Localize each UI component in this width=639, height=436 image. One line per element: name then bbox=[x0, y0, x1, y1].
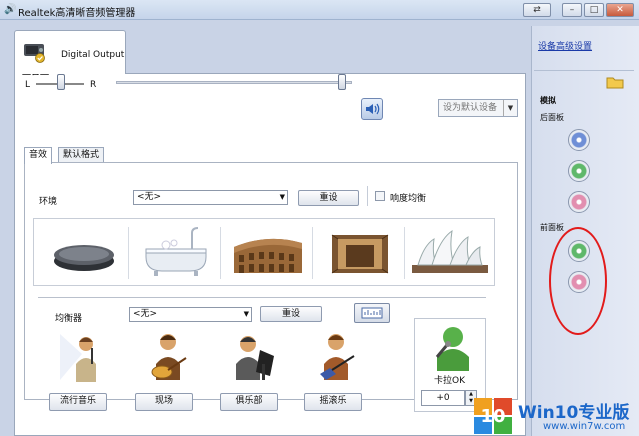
folder-icon[interactable] bbox=[606, 75, 624, 89]
preset-live-label: 现场 bbox=[154, 396, 173, 406]
preset-rock-label: 摇滚乐 bbox=[319, 396, 347, 406]
environment-reset-label: 重设 bbox=[319, 193, 338, 203]
stone-disc-icon[interactable] bbox=[40, 221, 128, 283]
club-performer-icon bbox=[236, 336, 274, 380]
back-jack-blue[interactable] bbox=[568, 129, 590, 151]
analog-label: 模拟 bbox=[540, 96, 556, 105]
pop-singer-icon bbox=[60, 334, 96, 382]
annotation-circle bbox=[549, 227, 607, 335]
balance-left-label: L bbox=[25, 80, 31, 90]
equalizer-reset-label: 重设 bbox=[281, 309, 300, 319]
graphic-equalizer-button[interactable] bbox=[354, 303, 390, 323]
rock-guitarist-icon bbox=[320, 334, 355, 380]
loudness-label: 响度均衡 bbox=[390, 194, 427, 204]
colosseum-icon[interactable] bbox=[224, 221, 312, 283]
balance-slider-thumb[interactable] bbox=[57, 74, 65, 90]
close-button[interactable]: ✕ bbox=[606, 3, 634, 17]
back-jack-green[interactable] bbox=[568, 160, 590, 182]
environment-select[interactable]: <无> ▼ bbox=[133, 190, 288, 205]
mute-button[interactable] bbox=[361, 98, 383, 120]
balance-right-label: R bbox=[90, 80, 97, 90]
tab-effects[interactable]: 音效 bbox=[24, 147, 53, 164]
win10-logo-text: 10 bbox=[480, 406, 505, 427]
title-bar: 🔊 Realtek高清晰音频管理器 ⇄ – □ ✕ bbox=[0, 0, 639, 20]
speaker-app-icon: 🔊 bbox=[4, 4, 17, 15]
loudness-checkbox[interactable] bbox=[375, 191, 385, 201]
stone-room-icon[interactable] bbox=[316, 221, 404, 283]
set-default-device-dropdown[interactable]: 设为默认设备 ▼ bbox=[438, 99, 518, 117]
environment-select-value: <无> bbox=[137, 192, 162, 202]
chevron-down-icon: ▼ bbox=[243, 310, 249, 318]
digital-output-device-icon bbox=[24, 44, 45, 63]
speaker-icon bbox=[366, 103, 380, 115]
equalizer-select[interactable]: <无> ▼ bbox=[129, 307, 252, 322]
watermark-title: Win10专业版 bbox=[518, 403, 630, 423]
device-tab-digital-output[interactable]: Digital Output bbox=[14, 30, 126, 74]
front-panel-label: 前面板 bbox=[540, 223, 564, 232]
maximize-button[interactable]: □ bbox=[584, 3, 604, 17]
equalizer-label: 均衡器 bbox=[55, 314, 83, 324]
opera-house-icon[interactable] bbox=[406, 221, 494, 283]
window-title: Realtek高清晰音频管理器 bbox=[18, 8, 136, 19]
tab-effects-label: 音效 bbox=[29, 150, 48, 160]
set-default-device-label: 设为默认设备 bbox=[443, 103, 498, 113]
preset-rock-button[interactable]: 摇滚乐 bbox=[304, 393, 362, 411]
karaoke-value: +0 bbox=[436, 393, 450, 403]
chevron-down-icon: ▼ bbox=[279, 193, 285, 201]
preset-club-button[interactable]: 俱乐部 bbox=[220, 393, 278, 411]
divider bbox=[220, 227, 221, 279]
divider bbox=[404, 227, 405, 279]
bathtub-icon[interactable] bbox=[132, 221, 220, 283]
back-jack-pink[interactable] bbox=[568, 191, 590, 213]
divider bbox=[534, 70, 634, 71]
divider bbox=[38, 297, 486, 298]
karaoke-value-field[interactable]: +0 bbox=[421, 390, 465, 406]
divider bbox=[128, 227, 129, 279]
switch-view-button[interactable]: ⇄ bbox=[523, 3, 551, 17]
preset-pop-button[interactable]: 流行音乐 bbox=[49, 393, 107, 411]
chevron-down-icon: ▼ bbox=[503, 100, 517, 116]
divider bbox=[367, 186, 368, 206]
back-panel-label: 后面板 bbox=[540, 113, 564, 122]
live-guitarist-icon bbox=[151, 334, 187, 380]
win10-logo: 10 bbox=[474, 398, 512, 434]
karaoke-label: 卡拉OK bbox=[434, 376, 465, 386]
minimize-button[interactable]: – bbox=[562, 3, 582, 17]
preset-pop-label: 流行音乐 bbox=[59, 396, 96, 406]
equalizer-icon bbox=[361, 307, 383, 319]
volume-slider-track[interactable] bbox=[116, 81, 352, 84]
karaoke-singer-icon bbox=[435, 327, 469, 371]
preset-live-button[interactable]: 现场 bbox=[135, 393, 193, 411]
advanced-settings-link[interactable]: 设备高级设置 bbox=[538, 39, 592, 52]
device-tab-label: Digital Output bbox=[61, 50, 125, 60]
watermark-url: www.win7w.com bbox=[543, 421, 626, 432]
environment-strip bbox=[33, 218, 495, 286]
volume-slider-thumb[interactable] bbox=[338, 74, 346, 90]
equalizer-reset-button[interactable]: 重设 bbox=[260, 306, 322, 322]
equalizer-select-value: <无> bbox=[133, 309, 158, 319]
tab-default-format[interactable]: 默认格式 bbox=[58, 147, 105, 163]
divider bbox=[312, 227, 313, 279]
preset-club-label: 俱乐部 bbox=[235, 396, 263, 406]
tab-default-format-label: 默认格式 bbox=[63, 150, 100, 160]
environment-reset-button[interactable]: 重设 bbox=[298, 190, 359, 206]
environment-label: 环境 bbox=[39, 197, 58, 207]
